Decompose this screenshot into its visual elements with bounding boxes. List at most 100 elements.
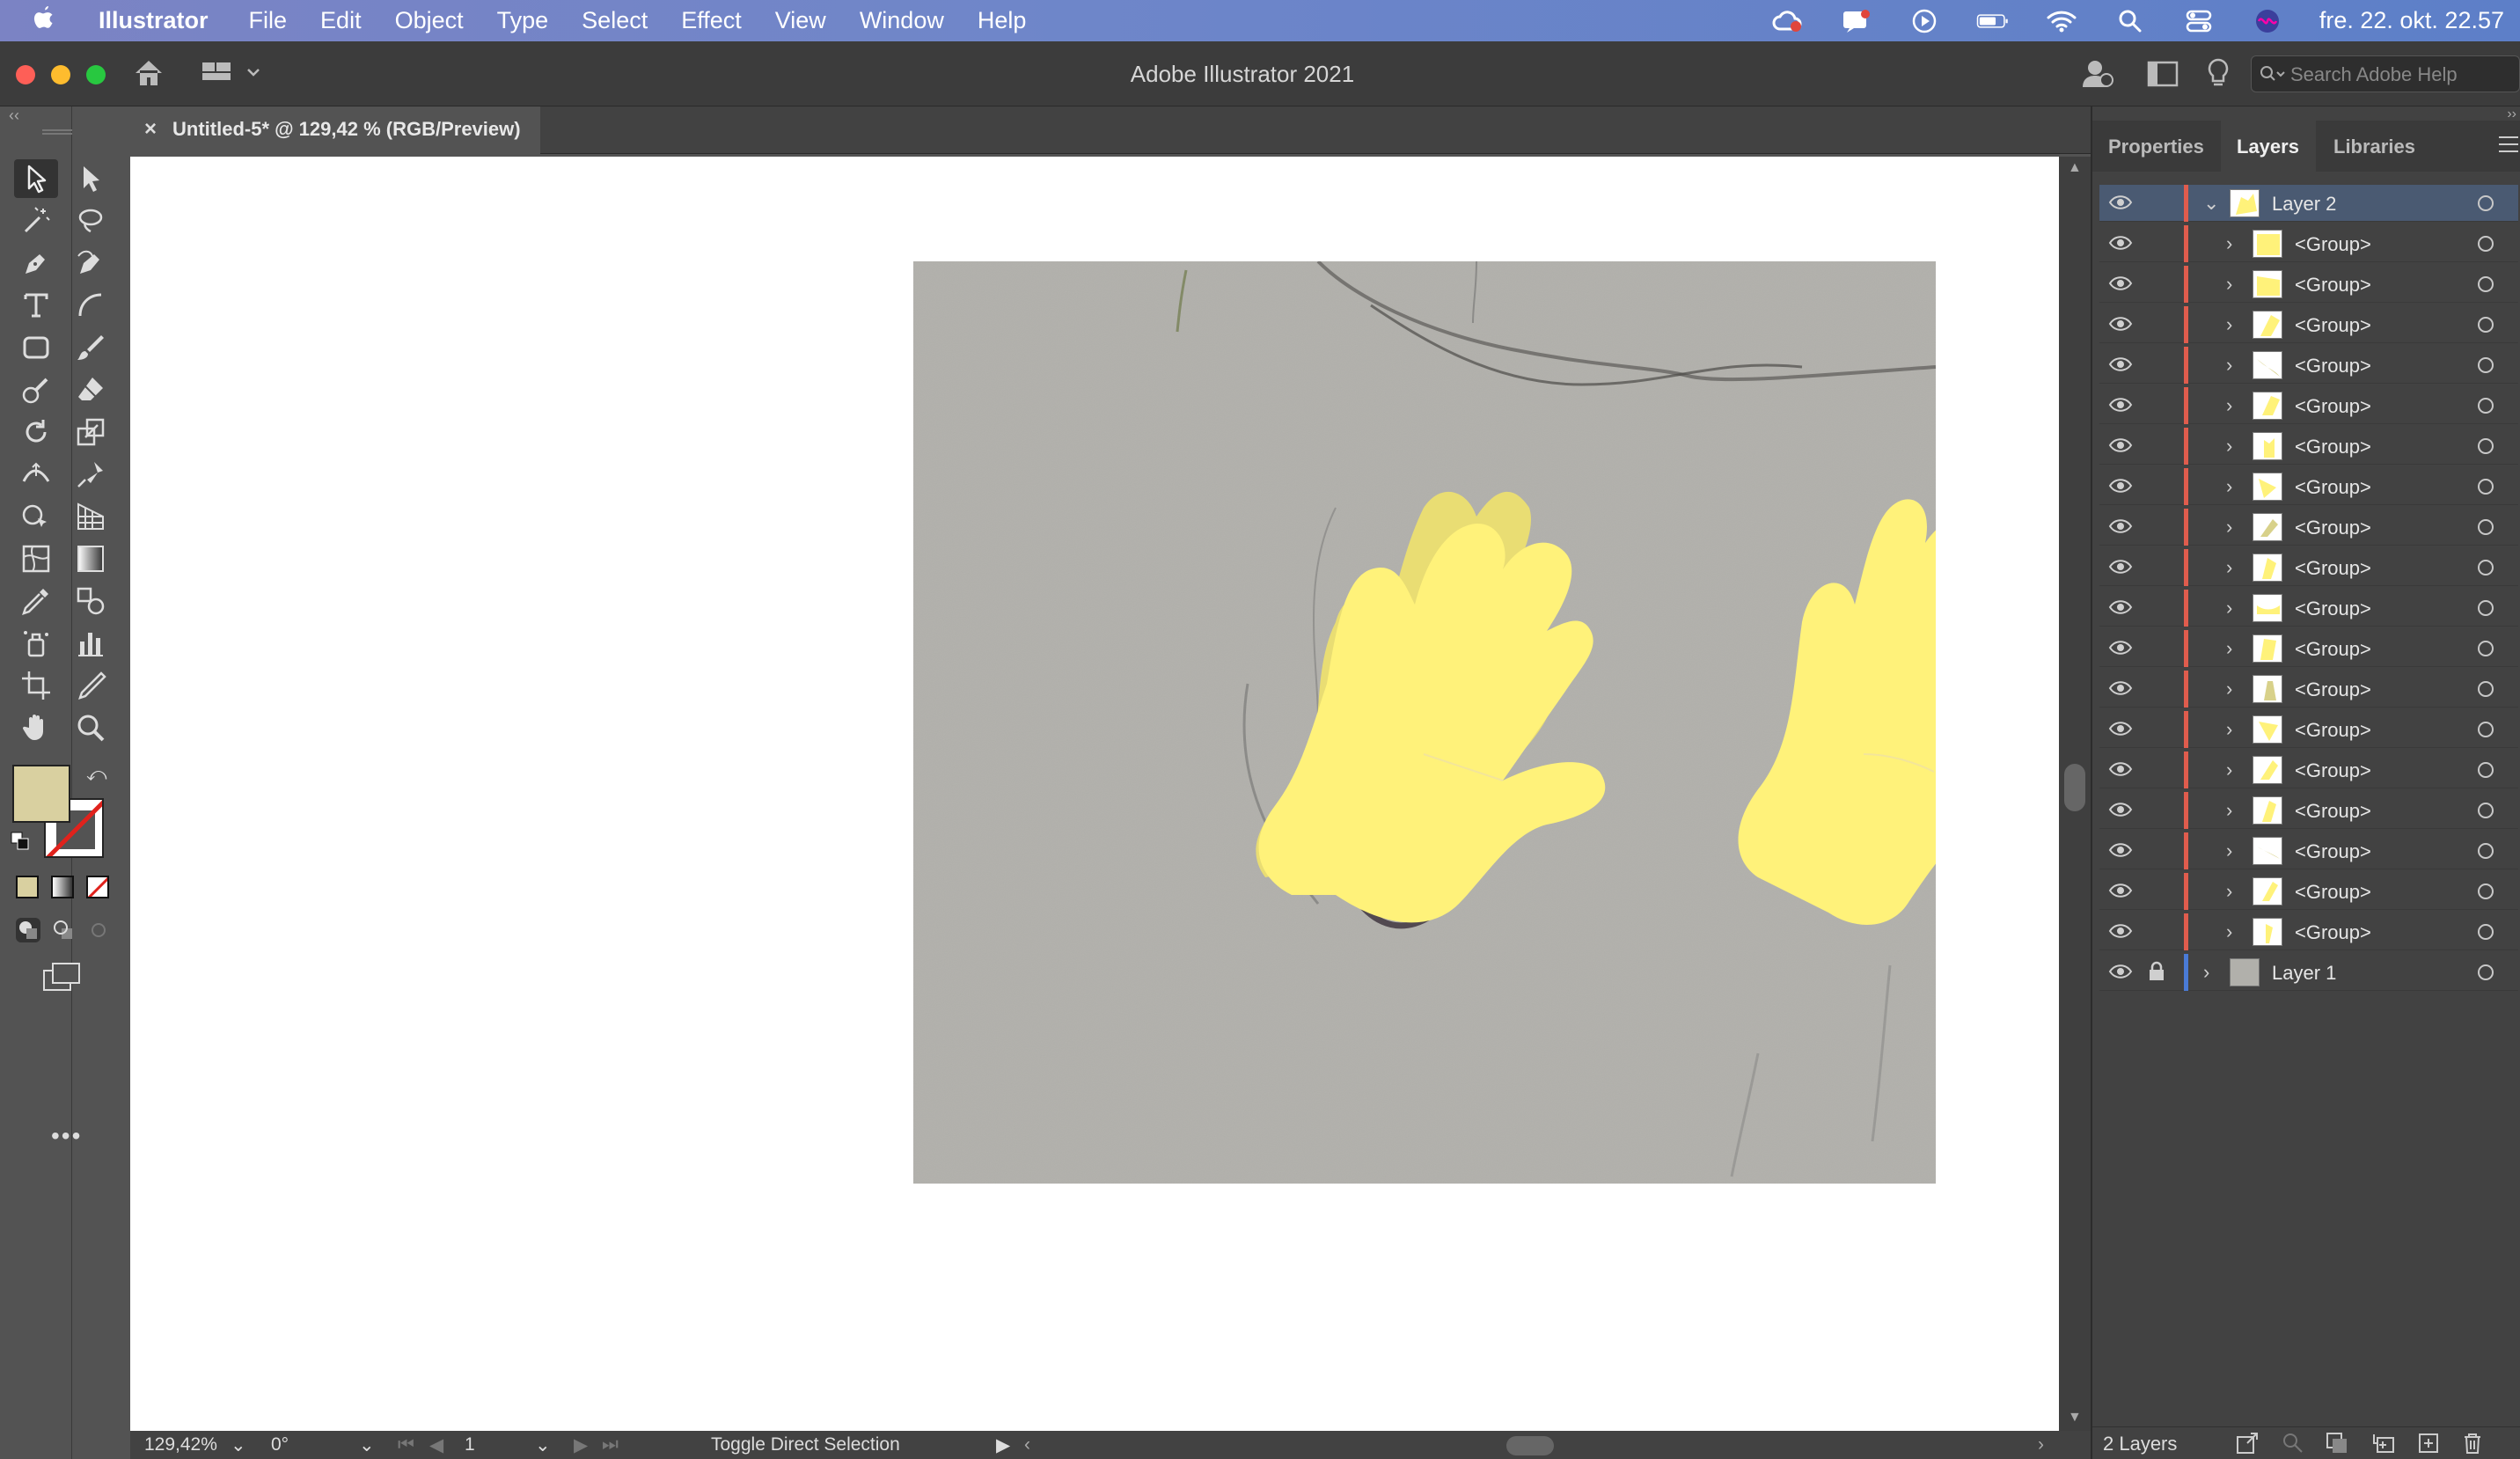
chevron-right-icon[interactable]: ›: [2226, 475, 2232, 498]
visibility-eye-icon[interactable]: [2108, 637, 2133, 658]
layer-name[interactable]: <Group>: [2295, 800, 2371, 823]
target-circle-icon[interactable]: [2478, 195, 2494, 211]
clock[interactable]: fre. 22. okt. 22.57: [2319, 7, 2504, 34]
visibility-eye-icon[interactable]: [2108, 839, 2133, 861]
visibility-eye-icon[interactable]: [2108, 556, 2133, 577]
tab-libraries[interactable]: Libraries: [2316, 121, 2421, 172]
visibility-eye-icon[interactable]: [2108, 759, 2133, 780]
panels-icon[interactable]: [2147, 61, 2179, 92]
lasso-tool-icon[interactable]: [69, 202, 113, 240]
placed-sketch-image[interactable]: [913, 261, 1936, 1184]
target-circle-icon[interactable]: [2478, 317, 2494, 333]
zoom-level-field[interactable]: 129,42%: [144, 1434, 217, 1455]
target-circle-icon[interactable]: [2478, 803, 2494, 818]
layer-name[interactable]: <Group>: [2295, 881, 2371, 904]
chevron-right-icon[interactable]: ›: [2226, 313, 2232, 336]
target-circle-icon[interactable]: [2478, 276, 2494, 292]
layer-name[interactable]: <Group>: [2295, 436, 2371, 458]
chevron-right-icon[interactable]: ›: [2226, 516, 2232, 539]
sublayer-row[interactable]: › <Group>: [2099, 428, 2518, 465]
visibility-eye-icon[interactable]: [2108, 354, 2133, 375]
sublayer-row[interactable]: › <Group>: [2099, 266, 2518, 303]
lightbulb-icon[interactable]: [2205, 57, 2231, 93]
scale-tool-icon[interactable]: [69, 413, 113, 451]
layer-name[interactable]: <Group>: [2295, 274, 2371, 297]
zoom-dropdown-icon[interactable]: ⌄: [231, 1434, 246, 1456]
target-circle-icon[interactable]: [2478, 762, 2494, 778]
lock-icon[interactable]: [2147, 961, 2168, 982]
sublayer-row[interactable]: › <Group>: [2099, 671, 2518, 708]
target-circle-icon[interactable]: [2478, 641, 2494, 656]
target-circle-icon[interactable]: [2478, 479, 2494, 495]
panel-menu-icon[interactable]: [2499, 136, 2518, 152]
chevron-right-icon[interactable]: ›: [2226, 435, 2232, 458]
swap-fill-stroke-icon[interactable]: ⤺: [86, 763, 107, 786]
chevron-right-icon[interactable]: ›: [2226, 354, 2232, 377]
spotlight-search-icon[interactable]: [2113, 8, 2147, 34]
visibility-eye-icon[interactable]: [2108, 273, 2133, 294]
document-tab[interactable]: × Untitled-5* @ 129,42 % (RGB/Preview): [72, 106, 540, 154]
menu-object[interactable]: Object: [395, 7, 464, 34]
visibility-eye-icon[interactable]: [2108, 313, 2133, 334]
creative-cloud-icon[interactable]: [1770, 8, 1804, 34]
target-circle-icon[interactable]: [2478, 398, 2494, 414]
target-circle-icon[interactable]: [2478, 843, 2494, 859]
blend-tool-icon[interactable]: [69, 582, 113, 620]
sublayer-row[interactable]: › <Group>: [2099, 711, 2518, 748]
layer-name[interactable]: <Group>: [2295, 598, 2371, 620]
chevron-right-icon[interactable]: ›: [2226, 232, 2232, 255]
battery-icon[interactable]: [1976, 8, 2010, 34]
target-circle-icon[interactable]: [2478, 236, 2494, 252]
chevron-right-icon[interactable]: ›: [2226, 637, 2232, 660]
menu-effect[interactable]: Effect: [681, 7, 742, 34]
control-center-icon[interactable]: [2182, 8, 2216, 34]
chevron-right-icon[interactable]: ›: [2226, 556, 2232, 579]
create-new-layer-icon[interactable]: [2416, 1431, 2441, 1459]
visibility-eye-icon[interactable]: [2108, 880, 2133, 901]
eraser-tool-icon[interactable]: [69, 370, 113, 409]
rotation-field[interactable]: 0°: [271, 1434, 289, 1455]
artboard-number-field[interactable]: 1: [465, 1434, 475, 1455]
visibility-eye-icon[interactable]: [2108, 718, 2133, 739]
scroll-left-arrow-icon[interactable]: ‹: [1024, 1434, 1030, 1455]
menu-app-name[interactable]: Illustrator: [99, 7, 209, 34]
create-sublayer-icon[interactable]: [2370, 1431, 2397, 1459]
last-artboard-icon[interactable]: ⏭: [602, 1434, 619, 1455]
shaper-tool-icon[interactable]: [14, 370, 58, 409]
visibility-eye-icon[interactable]: [2108, 597, 2133, 618]
layer-name[interactable]: <Group>: [2295, 759, 2371, 782]
sublayer-row[interactable]: › <Group>: [2099, 347, 2518, 384]
target-circle-icon[interactable]: [2478, 722, 2494, 737]
visibility-eye-icon[interactable]: [2108, 232, 2133, 253]
layer-name[interactable]: <Group>: [2295, 638, 2371, 661]
draw-inside-icon[interactable]: [86, 918, 111, 942]
rotate-tool-icon[interactable]: [14, 413, 58, 451]
locate-object-icon[interactable]: [2281, 1431, 2305, 1459]
eyedropper-tool-icon[interactable]: [14, 582, 58, 620]
visibility-eye-icon[interactable]: [2108, 192, 2133, 213]
target-circle-icon[interactable]: [2478, 438, 2494, 454]
chevron-right-icon[interactable]: ›: [2226, 759, 2232, 781]
chevron-down-icon[interactable]: ⌄: [2203, 192, 2219, 215]
first-artboard-icon[interactable]: ⏮: [398, 1434, 414, 1455]
menu-file[interactable]: File: [249, 7, 288, 34]
menu-select[interactable]: Select: [582, 7, 648, 34]
sublayer-row[interactable]: › <Group>: [2099, 590, 2518, 627]
collect-for-export-icon[interactable]: [2235, 1431, 2260, 1459]
previous-artboard-icon[interactable]: ◀: [429, 1434, 443, 1456]
target-circle-icon[interactable]: [2478, 357, 2494, 373]
perspective-grid-tool-icon[interactable]: [69, 497, 113, 536]
layer-name[interactable]: <Group>: [2295, 921, 2371, 944]
visibility-eye-icon[interactable]: [2108, 920, 2133, 942]
target-circle-icon[interactable]: [2478, 924, 2494, 940]
mesh-tool-icon[interactable]: [14, 539, 58, 578]
siri-icon[interactable]: [2251, 8, 2284, 34]
type-tool-icon[interactable]: [14, 286, 58, 325]
status-menu-icon[interactable]: ▶: [996, 1434, 1010, 1456]
layer-row[interactable]: › Layer 1: [2099, 954, 2518, 991]
rectangle-tool-icon[interactable]: [14, 328, 58, 367]
status-tool-hint[interactable]: Toggle Direct Selection: [711, 1434, 900, 1455]
make-clipping-mask-icon[interactable]: [2325, 1431, 2349, 1459]
sublayer-row[interactable]: › <Group>: [2099, 832, 2518, 869]
draw-normal-icon[interactable]: [16, 918, 40, 942]
